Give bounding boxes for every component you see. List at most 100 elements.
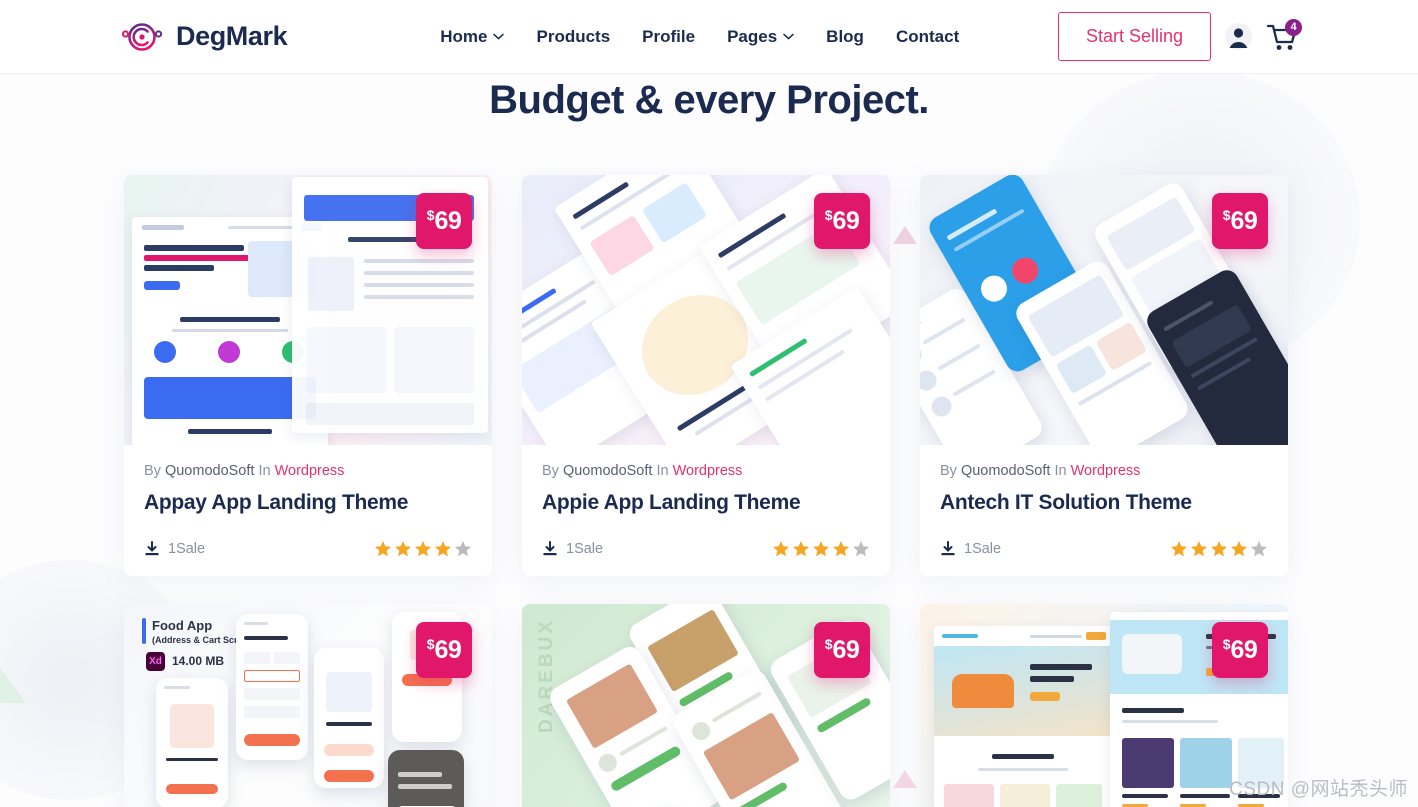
cart-count-badge: 4 [1285, 18, 1302, 36]
nav-label-home: Home [440, 26, 488, 46]
star-icon [1230, 540, 1248, 558]
by-label: By [542, 463, 559, 479]
chevron-down-icon [493, 33, 505, 40]
price-amount: 69 [832, 635, 860, 664]
product-category[interactable]: Wordpress [1071, 463, 1141, 479]
site-header: DegMark Home Products Profile Pages Blog… [0, 0, 1418, 74]
product-thumbnail[interactable]: $ 69 [522, 175, 890, 445]
product-title[interactable]: Appay App Landing Theme [144, 490, 472, 516]
product-thumbnail[interactable]: DAREBUX $ 69 [522, 604, 890, 807]
product-category[interactable]: Wordpress [275, 463, 345, 479]
product-grid: $ 69 By QuomodoSoft In Wordpress Appay A… [124, 175, 1296, 807]
in-label: In [656, 463, 669, 479]
star-icon-empty [1250, 540, 1268, 558]
by-label: By [144, 463, 161, 479]
start-selling-button[interactable]: Start Selling [1057, 12, 1211, 61]
product-card[interactable]: DAREBUX $ 69 [522, 604, 890, 807]
product-footer: 1Sale [920, 540, 1288, 576]
product-card[interactable]: Food App (Address & Cart Screens) Xd 14.… [124, 604, 492, 807]
product-card[interactable]: $ 69 By QuomodoSoft In Wordpress Appie A… [522, 175, 890, 577]
product-category[interactable]: Wordpress [673, 463, 743, 479]
rating-stars [1170, 540, 1268, 558]
star-icon-empty [852, 540, 870, 558]
rating-stars [772, 540, 870, 558]
thumb-brand-text: DAREBUX [536, 618, 557, 734]
header-actions: Start Selling 4 [1057, 12, 1302, 61]
decor-triangle-green [0, 668, 26, 703]
degmark-circle-logo-icon [120, 20, 164, 54]
csdn-watermark: CSDN @网站秃头师 [1229, 779, 1408, 800]
sales-count-label: 1Sale [566, 541, 604, 558]
rating-stars [374, 540, 472, 558]
brand-logo[interactable]: DegMark [120, 20, 288, 54]
nav-label-contact: Contact [895, 26, 960, 46]
product-meta: By QuomodoSoft In Wordpress [940, 463, 1268, 479]
nav-item-products[interactable]: Products [536, 27, 610, 47]
user-account-icon[interactable] [1225, 23, 1252, 50]
in-label: In [258, 463, 271, 479]
star-icon [772, 540, 790, 558]
price-badge: $ 69 [1212, 193, 1268, 249]
star-icon [374, 540, 392, 558]
in-label: In [1054, 463, 1067, 479]
price-badge: $ 69 [416, 193, 472, 249]
price-currency: $ [426, 207, 435, 223]
product-thumbnail[interactable]: Food App (Address & Cart Screens) Xd 14.… [124, 604, 492, 807]
star-icon [414, 540, 432, 558]
nav-label-pages: Pages [727, 26, 778, 46]
star-icon [1210, 540, 1228, 558]
product-footer: 1Sale [522, 540, 890, 576]
product-sales: 1Sale [940, 541, 1001, 557]
star-icon [394, 540, 412, 558]
product-body: By QuomodoSoft In Wordpress Appie App La… [522, 445, 890, 516]
star-icon-empty [454, 540, 472, 558]
product-title[interactable]: Appie App Landing Theme [542, 490, 870, 516]
product-thumbnail[interactable]: $ 69 [920, 175, 1288, 445]
download-icon [144, 541, 160, 557]
product-card[interactable]: $ 69 By QuomodoSoft In Wordpress Appay A… [124, 175, 492, 577]
star-icon [792, 540, 810, 558]
star-icon [1170, 540, 1188, 558]
price-badge: $ 69 [416, 622, 472, 679]
download-icon [542, 541, 558, 557]
product-author[interactable]: QuomodoSoft [563, 463, 652, 479]
page-title: Budget & every Project. [489, 78, 929, 122]
product-author[interactable]: QuomodoSoft [165, 463, 254, 479]
star-icon [434, 540, 452, 558]
brand-name: DegMark [176, 21, 288, 51]
price-currency: $ [824, 636, 833, 653]
star-icon [1190, 540, 1208, 558]
price-badge: $ 69 [814, 622, 870, 679]
product-author[interactable]: QuomodoSoft [961, 463, 1050, 479]
price-amount: 69 [832, 206, 860, 235]
nav-item-contact[interactable]: Contact [896, 27, 959, 47]
nav-label-blog: Blog [826, 26, 864, 46]
nav-label-profile: Profile [642, 26, 696, 46]
nav-item-home[interactable]: Home [440, 26, 505, 47]
thumb-title: Food App [152, 618, 213, 634]
nav-item-pages[interactable]: Pages [727, 27, 794, 47]
product-card[interactable]: $ 69 By QuomodoSoft In Wordpress Antech … [920, 175, 1288, 577]
price-amount: 69 [1230, 635, 1258, 664]
price-currency: $ [1222, 207, 1231, 223]
product-body: By QuomodoSoft In Wordpress Appay App La… [124, 445, 492, 516]
product-sales: 1Sale [144, 541, 205, 557]
cart-button[interactable]: 4 [1266, 18, 1302, 52]
product-meta: By QuomodoSoft In Wordpress [144, 463, 472, 479]
price-currency: $ [426, 636, 435, 653]
by-label: By [940, 463, 957, 479]
xd-chip: Xd [146, 652, 165, 672]
nav-item-blog[interactable]: Blog [826, 27, 864, 47]
sales-count-label: 1Sale [964, 541, 1002, 558]
product-sales: 1Sale [542, 541, 603, 557]
price-currency: $ [1222, 636, 1231, 653]
page-root: DegMark Home Products Profile Pages Blog… [0, 0, 1418, 807]
price-currency: $ [824, 207, 833, 223]
nav-item-profile[interactable]: Profile [642, 27, 695, 47]
product-thumbnail[interactable]: $ 69 [124, 175, 492, 445]
product-title[interactable]: Antech IT Solution Theme [940, 490, 1268, 516]
star-icon [812, 540, 830, 558]
star-icon [832, 540, 850, 558]
download-icon [940, 541, 956, 557]
nav-label-products: Products [536, 26, 611, 46]
